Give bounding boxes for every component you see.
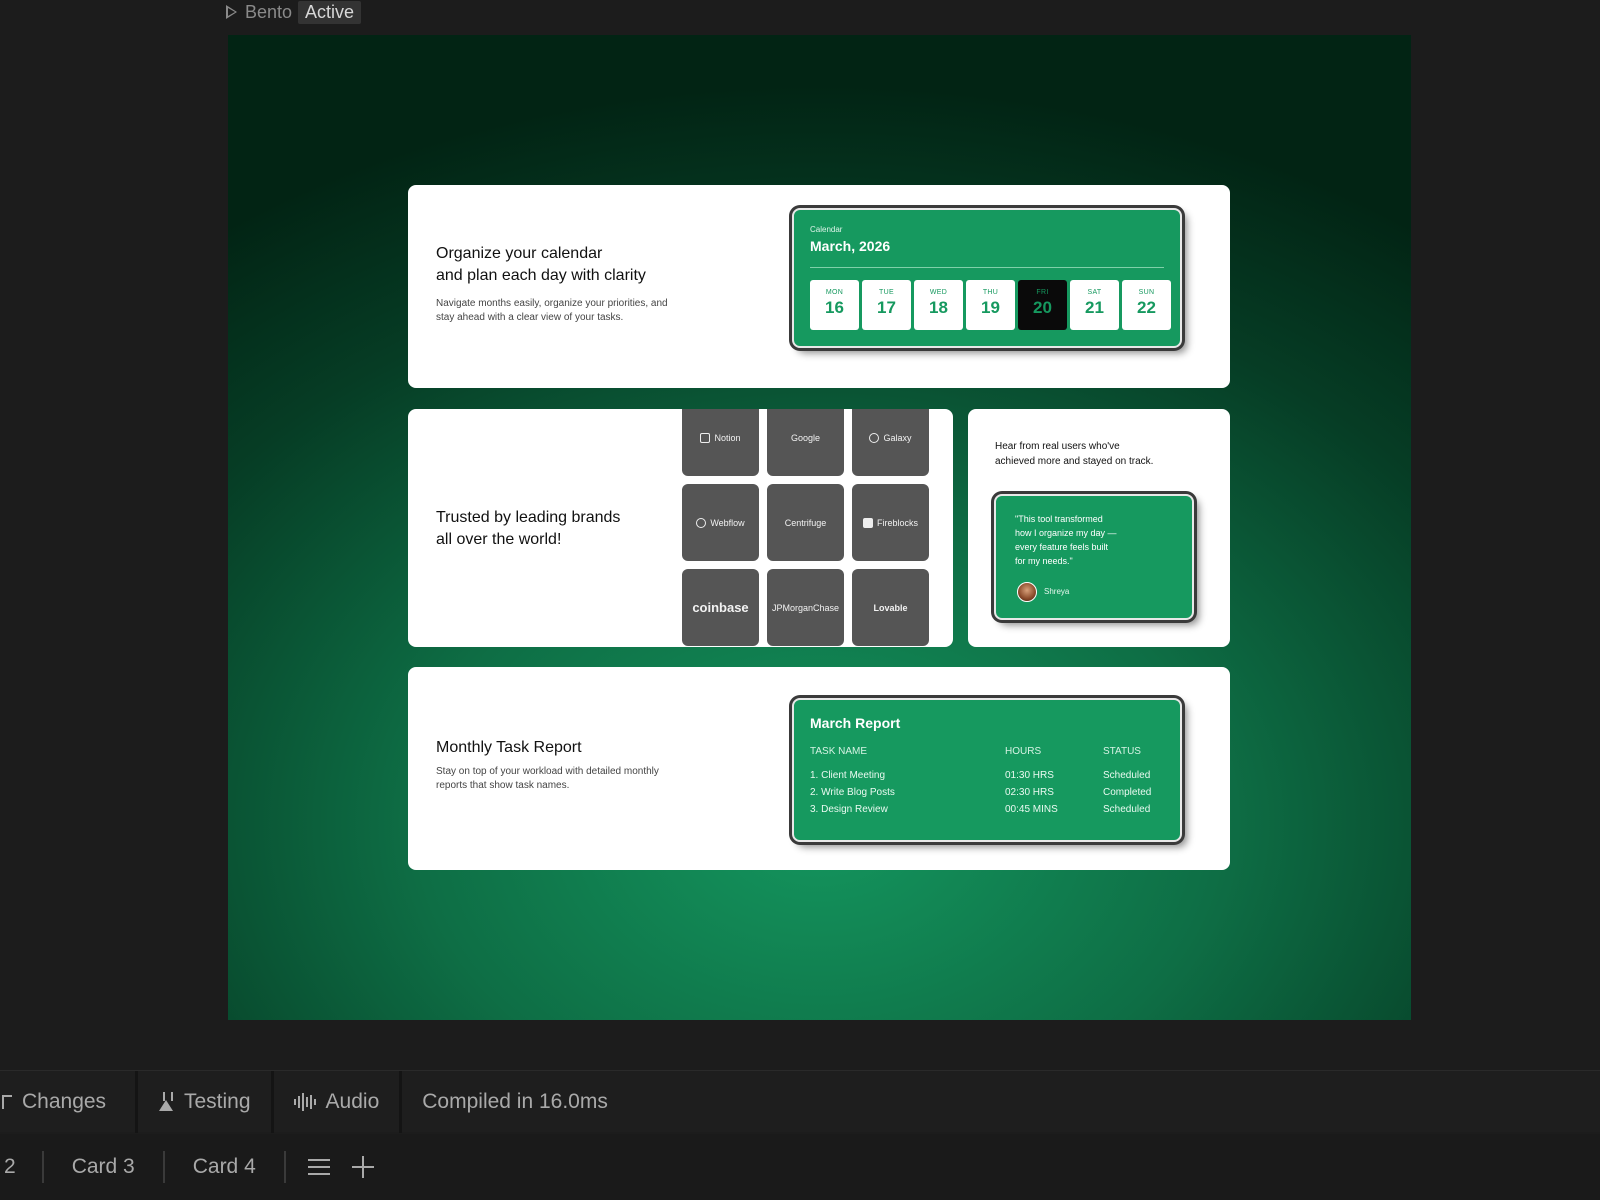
audio-wave-icon <box>293 1092 316 1112</box>
logo-tile-lovable: Lovable <box>852 569 929 646</box>
calendar-month: March, 2026 <box>810 238 891 254</box>
brands-card: Trusted by leading brands all over the w… <box>408 409 953 647</box>
day-cell[interactable]: THU 19 <box>966 280 1015 330</box>
logo-tile-webflow: Webflow <box>682 484 759 561</box>
day-cell[interactable]: WED 18 <box>914 280 963 330</box>
testimonial-heading: Hear from real users who've achieved mor… <box>995 441 1154 467</box>
changes-button[interactable]: Changes <box>0 1071 138 1133</box>
quote-text: "This tool transformed how I organize my… <box>1015 514 1117 566</box>
webflow-logo-icon <box>696 517 707 528</box>
logo-tile-notion: Notion <box>682 409 759 476</box>
day-cell-selected[interactable]: FRI 20 <box>1018 280 1067 330</box>
preview-label: Bento <box>245 1 293 22</box>
day-cell[interactable]: SAT 21 <box>1070 280 1119 330</box>
divider <box>810 267 1164 268</box>
day-strip: MON 16 TUE 17 WED 18 THU 19 FRI 20 SAT 21 SUN 2… <box>810 280 1171 330</box>
menu-icon[interactable] <box>307 1159 330 1175</box>
fireblocks-logo-icon <box>862 517 873 528</box>
preview-header: Bento Active <box>226 0 362 24</box>
tab-2[interactable]: 2 <box>0 1151 44 1183</box>
logo-tile-centrifuge: Centrifuge <box>767 484 844 561</box>
quote-author: Shreya <box>1044 587 1070 596</box>
table-row: 1. Client Meeting 01:30 HRS Scheduled <box>810 770 1151 781</box>
tab-bar: 2 Card 3 Card 4 <box>0 1134 1600 1200</box>
testimonial-card: Hear from real users who've achieved mor… <box>968 409 1230 647</box>
status-bar: Changes Testing Audio Compiled in 16.0ms <box>0 1070 1600 1133</box>
calendar-heading: Organize your calendar and plan each day… <box>436 245 646 284</box>
logo-tile-fireblocks: Fireblocks <box>852 484 929 561</box>
calendar-widget: Calendar March, 2026 MON 16 TUE 17 WED 18 T… <box>792 208 1182 348</box>
report-table: TASK NAME HOURS STATUS 1. Client Meeting… <box>810 746 1170 821</box>
calendar-description: Navigate months easily, organize your pr… <box>436 298 668 323</box>
report-card: Monthly Task Report Stay on top of your … <box>408 667 1230 870</box>
report-heading: Monthly Task Report <box>436 739 582 756</box>
report-widget: March Report TASK NAME HOURS STATUS 1. C… <box>792 698 1182 842</box>
active-badge: Active <box>298 0 362 24</box>
table-row: 3. Design Review 00:45 MINS Scheduled <box>810 804 1151 815</box>
logo-tile-galaxy: Galaxy <box>852 409 929 476</box>
table-row: 2. Write Blog Posts 02:30 HRS Completed <box>810 787 1152 798</box>
calendar-label: Calendar <box>810 225 843 234</box>
audio-button[interactable]: Audio <box>274 1071 403 1133</box>
play-icon[interactable] <box>226 5 237 19</box>
notion-logo-icon <box>700 432 711 443</box>
calendar-card: Organize your calendar and plan each day… <box>408 185 1230 388</box>
testing-button[interactable]: Testing <box>138 1071 274 1133</box>
report-title: March Report <box>810 715 901 731</box>
logo-tile-coinbase: coinbase <box>682 569 759 646</box>
day-cell[interactable]: TUE 17 <box>862 280 911 330</box>
tab-card-3[interactable]: Card 3 <box>44 1151 165 1183</box>
tab-card-4[interactable]: Card 4 <box>165 1151 286 1183</box>
logo-grid: Notion Google Galaxy Webflow Centrifuge … <box>682 409 929 646</box>
compile-status: Compiled in 16.0ms <box>422 1090 608 1113</box>
flask-icon <box>158 1092 174 1112</box>
logo-tile-google: Google <box>767 409 844 476</box>
galaxy-logo-icon <box>869 432 880 443</box>
day-cell[interactable]: SUN 22 <box>1122 280 1171 330</box>
report-description: Stay on top of your workload with detail… <box>436 766 659 791</box>
avatar <box>1017 582 1037 602</box>
add-tab-icon[interactable] <box>351 1156 374 1178</box>
preview-canvas: Organize your calendar and plan each day… <box>228 35 1411 1020</box>
brands-heading: Trusted by leading brands all over the w… <box>436 509 621 548</box>
logo-tile-jpmorgan: JPMorganChase <box>767 569 844 646</box>
table-header-row: TASK NAME HOURS STATUS <box>810 746 1141 757</box>
testimonial-quote: "This tool transformed how I organize my… <box>994 494 1194 620</box>
day-cell[interactable]: MON 16 <box>810 280 859 330</box>
branch-icon <box>2 1095 12 1109</box>
